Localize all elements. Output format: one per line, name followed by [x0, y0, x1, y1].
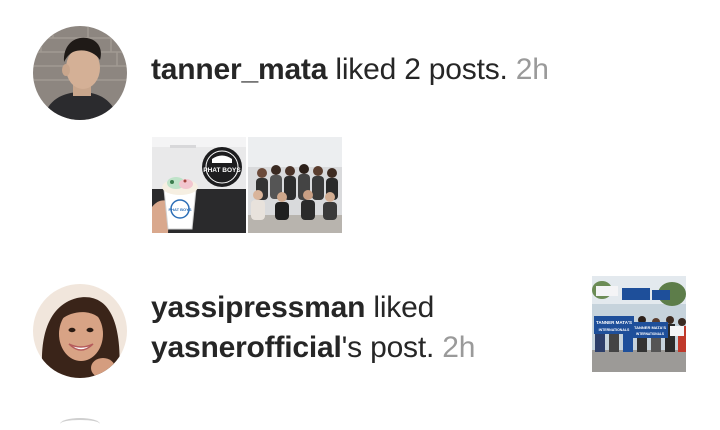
- banner-text: TANNER MATA'S: [634, 325, 666, 330]
- post-thumbnail-ice-cream[interactable]: PHAT BOYS PHAT BOYS: [152, 137, 246, 233]
- post-thumbnail-crowd[interactable]: TANNER MATA'S INTERNATIONALS TANNER MATA…: [592, 276, 686, 372]
- banner-subtext: INTERNATIONALS: [599, 328, 630, 332]
- timestamp: 2h: [515, 53, 549, 86]
- username-link[interactable]: yassipressman: [151, 291, 365, 324]
- profile-photo-icon: [33, 26, 127, 120]
- username-link[interactable]: tanner_mata: [151, 53, 327, 86]
- avatar-yassipressman[interactable]: [33, 284, 127, 378]
- ice-cream-cup-photo-icon: PHAT BOYS PHAT BOYS: [152, 137, 246, 233]
- group-photo-icon: [248, 137, 342, 233]
- crowd-with-banners-photo-icon: TANNER MATA'S INTERNATIONALS TANNER MATA…: [592, 276, 686, 372]
- activity-text-2-line-2: yasnerofficial's post. 2h: [151, 330, 475, 366]
- post-suffix: 's post.: [341, 331, 443, 364]
- activity-text-2-line-1: yassipressman liked: [151, 290, 434, 326]
- profile-photo-icon: [33, 284, 127, 378]
- activity-action: liked: [365, 291, 435, 324]
- next-avatar-partial: [60, 418, 100, 430]
- banner-text: TANNER MATA'S: [596, 320, 632, 325]
- logo-text: PHAT BOYS: [203, 167, 241, 174]
- post-thumbnail-group[interactable]: [248, 137, 342, 233]
- post-owner-link[interactable]: yasnerofficial: [151, 331, 342, 364]
- timestamp: 2h: [442, 331, 476, 364]
- activity-text-1: tanner_mata liked 2 posts. 2h: [151, 52, 549, 88]
- banner-subtext: INTERNATIONALS: [636, 332, 664, 336]
- activity-action: liked 2 posts.: [327, 53, 516, 86]
- avatar-tanner-mata[interactable]: [33, 26, 127, 120]
- cup-text: PHAT BOYS: [168, 207, 191, 212]
